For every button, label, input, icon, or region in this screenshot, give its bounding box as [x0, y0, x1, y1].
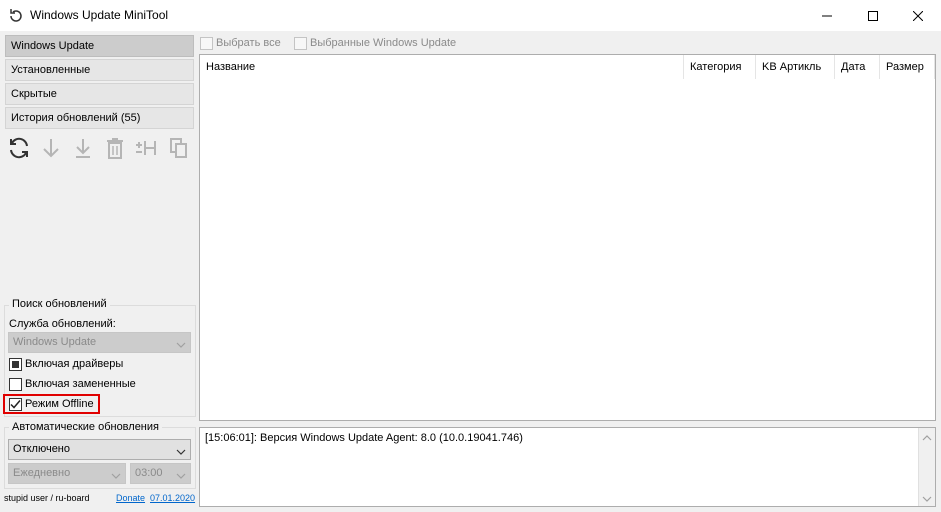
credits-text: stupid user / ru-board: [4, 493, 90, 503]
time-select[interactable]: 03:00: [130, 463, 191, 484]
search-group-title: Поиск обновлений: [9, 298, 110, 310]
auto-updates-title: Автоматические обновления: [9, 421, 162, 433]
include-superseded-checkbox[interactable]: [9, 378, 22, 391]
column-header-category[interactable]: Категория: [684, 55, 756, 79]
maximize-button[interactable]: [850, 0, 896, 31]
chevron-down-icon: [176, 338, 186, 348]
selected-updates-label: Выбранные Windows Update: [310, 37, 457, 49]
nav-installed[interactable]: Установленные: [5, 59, 194, 81]
service-select-value: Windows Update: [13, 336, 97, 348]
service-select[interactable]: Windows Update: [8, 332, 191, 353]
log-scrollbar[interactable]: [918, 428, 935, 506]
main-area: Windows Update Установленные Скрытые Ист…: [0, 31, 941, 512]
offline-mode-highlight: [3, 394, 100, 414]
log-line: [15:06:01]: Версия Windows Update Agent:…: [205, 432, 523, 444]
auto-mode-value: Отключено: [13, 443, 70, 455]
column-header-size[interactable]: Размер: [880, 55, 935, 79]
download-icon[interactable]: [38, 135, 64, 161]
copy-icon[interactable]: [166, 135, 192, 161]
scroll-down-icon[interactable]: [922, 494, 932, 502]
date-link[interactable]: 07.01.2020: [150, 493, 195, 503]
selected-updates-checkbox[interactable]: [294, 37, 307, 50]
select-all-label: Выбрать все: [216, 37, 281, 49]
log-box[interactable]: [15:06:01]: Версия Windows Update Agent:…: [199, 427, 936, 507]
include-drivers-label: Включая драйверы: [25, 358, 124, 370]
nav-hidden[interactable]: Скрытые: [5, 83, 194, 105]
column-header-date[interactable]: Дата: [835, 55, 880, 79]
title-bar: Windows Update MiniTool: [0, 0, 941, 31]
updates-table[interactable]: Название Категория KB Артикль Дата Разме…: [199, 54, 936, 421]
hide-icon[interactable]: [134, 135, 160, 161]
column-header-name[interactable]: Название: [200, 55, 684, 79]
install-icon[interactable]: [70, 135, 96, 161]
donate-link[interactable]: Donate: [116, 493, 145, 503]
service-label: Служба обновлений:: [9, 318, 116, 330]
include-superseded-label: Включая замененные: [25, 378, 136, 390]
schedule-value: Ежедневно: [13, 467, 71, 479]
include-drivers-checkbox[interactable]: [9, 358, 22, 371]
close-button[interactable]: [895, 0, 941, 31]
nav-windows-update[interactable]: Windows Update: [5, 35, 194, 57]
chevron-down-icon: [111, 469, 121, 479]
scroll-up-icon[interactable]: [922, 433, 932, 441]
select-all-checkbox[interactable]: [200, 37, 213, 50]
chevron-down-icon: [176, 445, 186, 455]
delete-icon[interactable]: [102, 135, 128, 161]
window-title: Windows Update MiniTool: [30, 8, 169, 22]
time-value: 03:00: [135, 467, 163, 479]
schedule-select[interactable]: Ежедневно: [8, 463, 126, 484]
chevron-down-icon: [176, 469, 186, 479]
column-header-kb[interactable]: KB Артикль: [756, 55, 835, 79]
auto-mode-select[interactable]: Отключено: [8, 439, 191, 460]
minimize-button[interactable]: [804, 0, 850, 31]
nav-history[interactable]: История обновлений (55): [5, 107, 194, 129]
app-refresh-icon: [8, 8, 24, 24]
refresh-icon[interactable]: [6, 135, 32, 161]
